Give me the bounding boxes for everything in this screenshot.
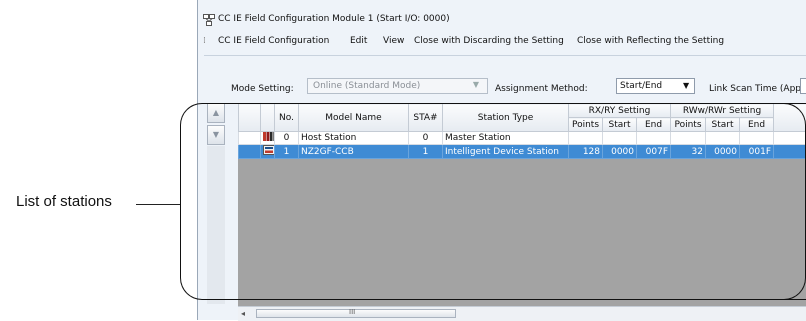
cell-rx-end: 007F xyxy=(637,145,671,159)
station-list-table: No. Model Name STA# Station Type RX/RY S… xyxy=(238,103,806,306)
row-blank xyxy=(239,145,261,159)
chevron-down-icon: ▼ xyxy=(466,80,486,92)
move-up-button[interactable]: ▲ xyxy=(207,103,225,123)
mode-setting-value: Online (Standard Mode) xyxy=(313,81,420,91)
side-panel-track xyxy=(207,146,225,304)
cell-sta: 1 xyxy=(409,145,443,159)
cell-model-name: Host Station xyxy=(299,132,409,145)
cell-rw-end xyxy=(740,132,774,145)
menu-edit[interactable]: Edit xyxy=(350,36,367,46)
row-blank xyxy=(239,132,261,145)
menu-cc-ie-field-configuration[interactable]: CC IE Field Configuration xyxy=(218,36,329,46)
cell-station-type: Intelligent Device Station xyxy=(443,145,569,159)
scrollbar-grip: III xyxy=(349,308,355,316)
assignment-method-label: Assignment Method: xyxy=(495,84,588,94)
master-station-icon xyxy=(261,132,275,145)
menu-bar: ⁞ CC IE Field Configuration Edit View Cl… xyxy=(198,33,806,51)
header-rx-end[interactable]: End xyxy=(637,118,671,132)
menu-close-reflecting[interactable]: Close with Reflecting the Setting xyxy=(577,36,724,46)
mode-setting-label: Mode Setting: xyxy=(231,84,294,94)
header-extra xyxy=(774,104,806,132)
cell-rw-points xyxy=(671,132,706,145)
menu-close-discarding[interactable]: Close with Discarding the Setting xyxy=(414,36,564,46)
header-model-name[interactable]: Model Name xyxy=(299,104,409,132)
link-scan-time-field xyxy=(800,78,806,94)
header-no[interactable]: No. xyxy=(275,104,299,132)
link-scan-time-label: Link Scan Time (Approx.): xyxy=(709,84,806,94)
network-config-icon xyxy=(203,14,215,26)
header-rw-start[interactable]: Start xyxy=(706,118,740,132)
mode-setting-select: Online (Standard Mode) ▼ xyxy=(307,78,488,94)
header-rx-points[interactable]: Points xyxy=(569,118,603,132)
cell-rx-points xyxy=(569,132,603,145)
cell-rw-start xyxy=(706,132,740,145)
toolbar-separator xyxy=(204,55,806,56)
callout-label: List of stations xyxy=(16,193,112,210)
cell-no: 1 xyxy=(275,145,299,159)
cell-extra xyxy=(774,132,806,145)
header-rx-start[interactable]: Start xyxy=(603,118,637,132)
cell-model-name: NZ2GF-CCB xyxy=(299,145,409,159)
device-station-icon xyxy=(261,145,275,159)
assignment-method-value: Start/End xyxy=(620,81,662,91)
cell-no: 0 xyxy=(275,132,299,145)
header-rwwrwr-setting: RWw/RWr Setting xyxy=(671,104,774,118)
menu-grip-icon: ⁞ xyxy=(203,36,206,46)
cell-rw-start: 0000 xyxy=(706,145,740,159)
assignment-method-select[interactable]: Start/End ▼ xyxy=(616,78,695,94)
header-rw-points[interactable]: Points xyxy=(671,118,706,132)
menu-view[interactable]: View xyxy=(383,36,404,46)
cell-rx-start: 0000 xyxy=(603,145,637,159)
header-icon xyxy=(261,104,275,132)
header-sta[interactable]: STA# xyxy=(409,104,443,132)
cell-station-type: Master Station xyxy=(443,132,569,145)
cell-rx-start xyxy=(603,132,637,145)
title-bar: CC IE Field Configuration Module 1 (Star… xyxy=(198,10,806,30)
table-row[interactable]: 0 Host Station 0 Master Station xyxy=(239,132,806,145)
scrollbar-thumb[interactable]: III xyxy=(256,309,456,318)
cell-sta: 0 xyxy=(409,132,443,145)
move-down-button[interactable]: ▼ xyxy=(207,125,225,145)
header-rw-end[interactable]: End xyxy=(740,118,774,132)
table-row[interactable]: 1 NZ2GF-CCB 1 Intelligent Device Station… xyxy=(239,145,806,159)
chevron-down-icon[interactable]: ▼ xyxy=(683,81,689,90)
horizontal-scrollbar[interactable]: ◂ III xyxy=(238,306,806,321)
header-rxry-setting: RX/RY Setting xyxy=(569,104,671,118)
header-blank xyxy=(239,104,261,132)
cell-rx-points: 128 xyxy=(569,145,603,159)
cell-rw-end: 001F xyxy=(740,145,774,159)
window-title: CC IE Field Configuration Module 1 (Star… xyxy=(218,14,450,24)
header-station-type[interactable]: Station Type xyxy=(443,104,569,132)
callout-leader-line xyxy=(136,204,180,205)
scroll-left-arrow-icon[interactable]: ◂ xyxy=(241,309,245,318)
cell-extra xyxy=(774,145,806,159)
configuration-window: CC IE Field Configuration Module 1 (Star… xyxy=(197,0,806,320)
cell-rx-end xyxy=(637,132,671,145)
cell-rw-points: 32 xyxy=(671,145,706,159)
